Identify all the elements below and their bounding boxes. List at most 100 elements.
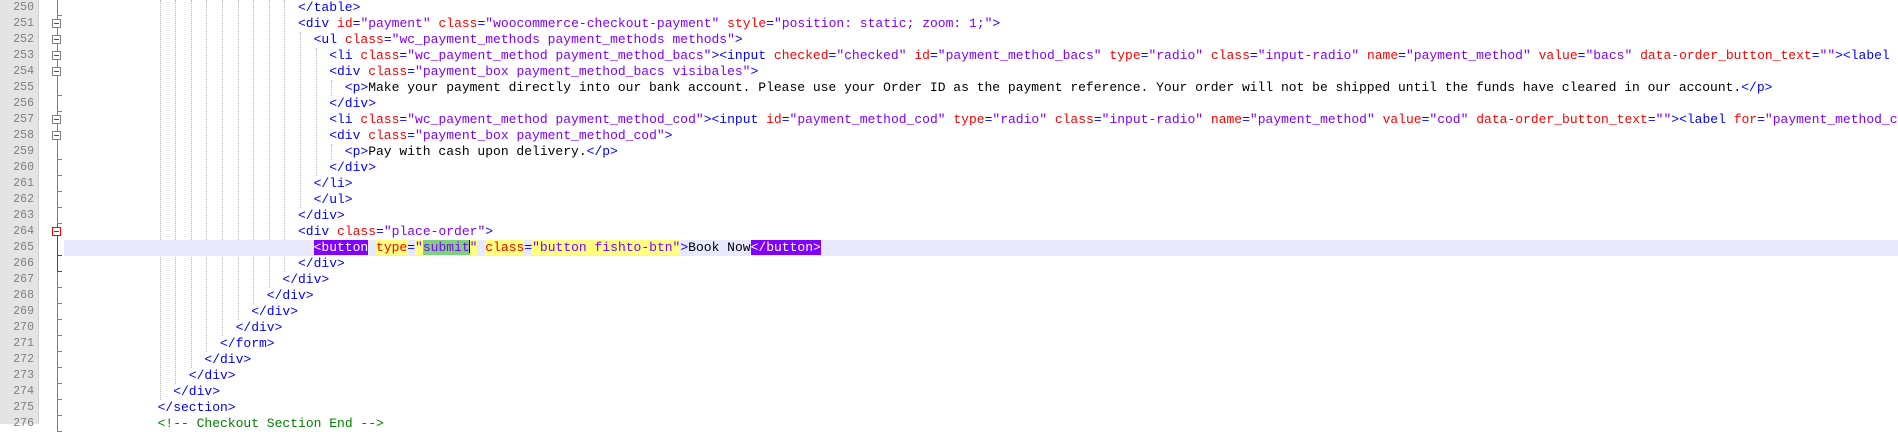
code-token: </div> — [329, 96, 376, 111]
code-token: </div> — [251, 304, 298, 319]
code-token: "payment_method_cod" — [1765, 112, 1898, 127]
code-token: Pay with cash upon delivery. — [368, 144, 586, 159]
code-token: "payment_method_bacs" — [938, 48, 1102, 63]
code-line[interactable]: </div> — [64, 320, 1898, 336]
fold-toggle-icon[interactable] — [52, 227, 61, 236]
code-line[interactable]: <ul class="wc_payment_methods payment_me… — [64, 32, 1898, 48]
code-token: = — [407, 240, 415, 255]
code-line[interactable]: <div class="payment_box payment_method_c… — [64, 128, 1898, 144]
code-token: </table> — [298, 0, 360, 15]
code-token: <div — [329, 128, 368, 143]
code-token: </div> — [236, 320, 283, 335]
code-token: "radio" — [992, 112, 1047, 127]
code-token: = — [407, 128, 415, 143]
fold-line — [57, 208, 58, 224]
line-number: 254 — [0, 64, 34, 80]
fold-line — [57, 352, 58, 368]
fold-line — [57, 160, 58, 176]
code-line[interactable]: </div> — [64, 288, 1898, 304]
fold-toggle-icon[interactable] — [52, 51, 61, 60]
code-token: "payment" — [360, 16, 430, 31]
line-number: 263 — [0, 208, 34, 224]
code-token: = — [1242, 112, 1250, 127]
line-number: 276 — [0, 416, 34, 432]
code-token: = — [376, 224, 384, 239]
code-line[interactable]: </div> — [64, 256, 1898, 272]
code-line[interactable]: <p>Pay with cash upon delivery.</p> — [64, 144, 1898, 160]
code-line[interactable]: </div> — [64, 160, 1898, 176]
code-line[interactable]: <div class="payment_box payment_method_b… — [64, 64, 1898, 80]
line-number: 259 — [0, 144, 34, 160]
code-token: = — [930, 48, 938, 63]
fold-toggle-icon[interactable] — [52, 19, 61, 28]
code-token: </div> — [189, 368, 236, 383]
code-token: <p> — [345, 80, 368, 95]
code-token: class — [368, 64, 407, 79]
code-line[interactable]: <p>Make your payment directly into our b… — [64, 80, 1898, 96]
fold-toggle-icon[interactable] — [52, 115, 61, 124]
code-token — [1047, 112, 1055, 127]
line-number: 270 — [0, 320, 34, 336]
code-token — [1203, 48, 1211, 63]
code-token: = — [1094, 112, 1102, 127]
code-line[interactable]: </div> — [64, 352, 1898, 368]
code-token: "" — [1656, 112, 1672, 127]
code-token: "woocommerce-checkout-payment" — [485, 16, 719, 31]
line-number: 265 — [0, 240, 34, 256]
fold-line — [57, 336, 58, 352]
fold-toggle-icon[interactable] — [52, 35, 61, 44]
fold-toggle-icon[interactable] — [52, 131, 61, 140]
current-code-line[interactable]: <button type="submit" class="button fish… — [64, 240, 1898, 256]
code-token: "radio" — [1148, 48, 1203, 63]
code-token: name — [1211, 112, 1242, 127]
code-token: <div — [298, 16, 337, 31]
code-token: > — [485, 224, 493, 239]
code-line[interactable]: <div id="payment" class="woocommerce-che… — [64, 16, 1898, 32]
line-number: 258 — [0, 128, 34, 144]
code-token: = — [524, 240, 532, 255]
code-editor[interactable]: 2502512522532542552562572582592602612622… — [0, 0, 1898, 424]
code-token — [368, 240, 376, 255]
code-token: "payment_method" — [1250, 112, 1375, 127]
code-line[interactable]: </div> — [64, 272, 1898, 288]
code-token — [1359, 48, 1367, 63]
code-token: class — [368, 128, 407, 143]
code-token: = — [384, 32, 392, 47]
code-line[interactable]: </table> — [64, 0, 1898, 16]
code-line[interactable]: </div> — [64, 304, 1898, 320]
code-line[interactable]: </div> — [64, 208, 1898, 224]
code-token: for — [1734, 112, 1757, 127]
code-token: "payment_box payment_method_cod" — [415, 128, 665, 143]
code-token: "button fishto-btn" — [532, 240, 680, 255]
code-line[interactable]: </form> — [64, 336, 1898, 352]
code-token: <li — [329, 112, 360, 127]
code-line[interactable]: </section> — [64, 400, 1898, 416]
fold-margin[interactable] — [39, 0, 63, 424]
code-line[interactable]: </ul> — [64, 192, 1898, 208]
fold-line — [57, 368, 58, 384]
code-line[interactable]: </div> — [64, 368, 1898, 384]
code-line[interactable]: <div class="place-order"> — [64, 224, 1898, 240]
code-token: id — [337, 16, 353, 31]
code-line[interactable]: <li class="wc_payment_method payment_met… — [64, 112, 1898, 128]
code-line[interactable]: </div> — [64, 96, 1898, 112]
code-token: class — [337, 224, 376, 239]
line-number: 256 — [0, 96, 34, 112]
line-number: 273 — [0, 368, 34, 384]
code-line[interactable]: <li class="wc_payment_method payment_met… — [64, 48, 1898, 64]
code-token: </form> — [220, 336, 275, 351]
code-line[interactable]: </div> — [64, 384, 1898, 400]
code-line[interactable]: <!-- Checkout Section End --> — [64, 416, 1898, 432]
code-token: = — [1812, 48, 1820, 63]
code-token: > — [665, 128, 673, 143]
fold-line — [57, 400, 58, 416]
code-token: </div> — [204, 352, 251, 367]
code-line[interactable]: </li> — [64, 176, 1898, 192]
code-token: = — [407, 64, 415, 79]
code-token: </div> — [267, 288, 314, 303]
code-token: </p> — [587, 144, 618, 159]
line-number: 274 — [0, 384, 34, 400]
code-token: style — [727, 16, 766, 31]
fold-toggle-icon[interactable] — [52, 67, 61, 76]
code-token: <li — [329, 48, 360, 63]
